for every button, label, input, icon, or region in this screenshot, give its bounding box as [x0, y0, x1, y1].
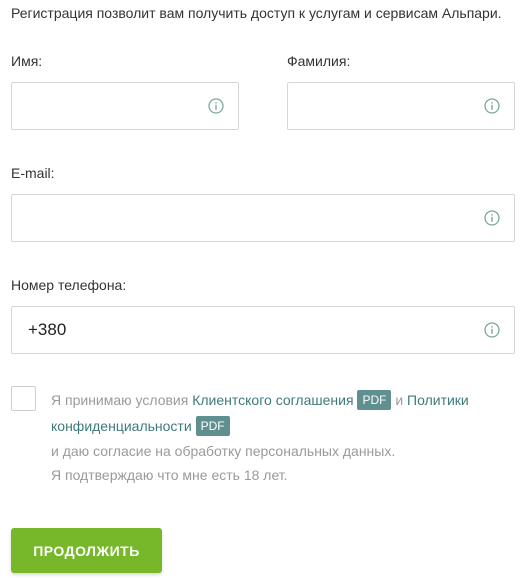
phone-value: +380 — [28, 320, 67, 339]
first-name-field[interactable] — [11, 82, 239, 130]
email-field[interactable] — [11, 194, 515, 242]
client-agreement-pdf-badge[interactable]: PDF — [357, 390, 392, 410]
email-label: E-mail: — [11, 165, 55, 181]
privacy-link-part2[interactable]: конфиденциальности — [51, 418, 192, 434]
age-confirm-text: Я подтверждаю что мне есть 18 лет. — [51, 467, 288, 483]
info-circle-icon[interactable] — [484, 98, 500, 114]
personal-data-text: и даю согласие на обработку персональных… — [51, 443, 396, 459]
privacy-pdf-badge[interactable]: PDF — [195, 416, 230, 436]
privacy-link-part1[interactable]: Политики — [407, 392, 469, 408]
continue-button[interactable]: ПРОДОЛЖИТЬ — [11, 528, 162, 573]
client-agreement-link[interactable]: Клиентского соглашения — [192, 392, 353, 408]
info-circle-icon[interactable] — [484, 210, 500, 226]
phone-label: Номер телефона: — [11, 277, 127, 293]
last-name-label: Фамилия: — [287, 53, 351, 69]
info-circle-icon[interactable] — [208, 98, 224, 114]
first-name-label: Имя: — [11, 53, 43, 69]
phone-field[interactable]: +380 — [11, 306, 515, 354]
last-name-field[interactable] — [287, 82, 515, 130]
intro-text: Регистрация позволит вам получить доступ… — [11, 5, 502, 21]
consent-text: Я принимаю условия Клиентского соглашени… — [51, 387, 501, 487]
consent-and: и — [395, 392, 404, 408]
consent-checkbox[interactable] — [11, 386, 36, 411]
consent-text-before: Я принимаю условия — [51, 392, 189, 408]
info-circle-icon[interactable] — [484, 322, 500, 338]
